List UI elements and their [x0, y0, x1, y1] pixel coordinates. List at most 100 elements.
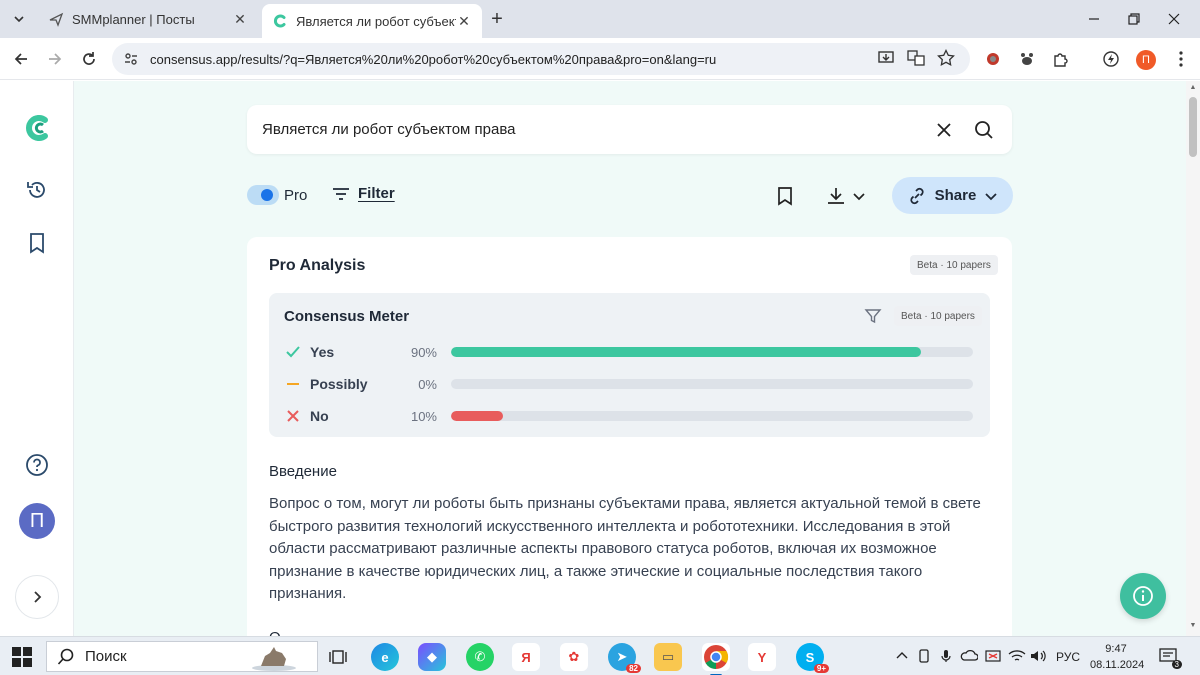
- info-chat-button[interactable]: [1120, 573, 1166, 619]
- microphone-icon[interactable]: [940, 649, 952, 666]
- info-icon: [1133, 586, 1153, 606]
- tray-overflow-icon[interactable]: [896, 649, 908, 663]
- browser-menu-icon[interactable]: [1170, 48, 1192, 70]
- smmplanner-favicon-icon: [48, 11, 64, 27]
- edge-icon[interactable]: e: [371, 643, 399, 671]
- search-icon: [57, 648, 74, 665]
- extensions-puzzle-icon[interactable]: [1050, 48, 1072, 70]
- close-icon: [937, 122, 951, 137]
- scroll-up-icon[interactable]: ▲: [1188, 84, 1198, 94]
- meter-track: [451, 411, 973, 421]
- browser-toolbar: consensus.app/results/?q=Является%20ли%2…: [0, 38, 1200, 80]
- reload-icon: [83, 52, 95, 65]
- user-avatar[interactable]: П: [19, 503, 55, 539]
- expand-sidebar-button[interactable]: [15, 575, 59, 619]
- bookmark-icon: [778, 187, 792, 206]
- filter-label: Filter: [358, 185, 395, 202]
- tab-title: SMMplanner | Посты: [72, 11, 195, 27]
- link-icon: [910, 187, 924, 204]
- filter-button[interactable]: Filter: [332, 185, 395, 202]
- windows-taskbar: Поиск e ◆ ✆ Я ✿ ➤ 82 ▭ Y S 9+ РУС 9:47 08.…: [0, 636, 1200, 675]
- bookmark-star-icon[interactable]: [935, 47, 957, 69]
- tab-smmplanner[interactable]: SMMplanner | Посты ✕: [38, 0, 258, 38]
- install-app-icon[interactable]: [875, 47, 897, 69]
- reload-button[interactable]: [76, 46, 102, 72]
- language-indicator[interactable]: РУС: [1056, 650, 1080, 664]
- taskbar-search-label: Поиск: [85, 648, 127, 665]
- notifications-icon[interactable]: 3: [1158, 647, 1182, 669]
- meter-track: [451, 347, 973, 357]
- pro-analysis-card: Pro Analysis Beta · 10 papers Consensus …: [247, 237, 1012, 636]
- start-button[interactable]: [12, 647, 32, 667]
- antivirus-icon[interactable]: [985, 649, 1001, 666]
- share-button[interactable]: Share: [892, 177, 1013, 214]
- back-button[interactable]: [8, 46, 34, 72]
- notifications-badge: 3: [1171, 660, 1182, 669]
- taskbar-search[interactable]: Поиск: [46, 641, 318, 672]
- clock-date: 08.11.2024: [1090, 659, 1145, 671]
- task-view-icon[interactable]: [324, 643, 352, 671]
- pro-analysis-title: Pro Analysis: [269, 257, 366, 274]
- extension-animal-icon[interactable]: [1016, 48, 1038, 70]
- save-bookmark-button[interactable]: [774, 183, 796, 209]
- site-info-icon[interactable]: [122, 50, 140, 68]
- restore-button[interactable]: [1114, 0, 1154, 38]
- close-window-button[interactable]: [1154, 0, 1194, 38]
- meter-percent: 0%: [418, 377, 437, 392]
- arrow-left-icon: [14, 53, 27, 65]
- page-scrollbar[interactable]: ▲ ▼: [1186, 81, 1200, 636]
- meter-filter-icon[interactable]: [864, 307, 882, 325]
- check-icon: [284, 343, 302, 361]
- wifi-icon[interactable]: [1008, 649, 1026, 666]
- meter-fill: [451, 411, 504, 421]
- onedrive-icon[interactable]: [960, 649, 979, 664]
- bookmarks-icon[interactable]: [22, 228, 52, 258]
- skype-badge: 9+: [813, 664, 829, 673]
- scroll-down-icon[interactable]: ▼: [1188, 622, 1198, 632]
- meter-label: Yes: [310, 344, 335, 360]
- help-icon[interactable]: [22, 450, 52, 480]
- telegram-icon[interactable]: ➤ 82: [608, 643, 641, 673]
- clear-search-button[interactable]: [924, 110, 964, 150]
- minimize-button[interactable]: [1074, 0, 1114, 38]
- search-box: [247, 105, 1012, 154]
- tray-device-icon[interactable]: [918, 649, 930, 666]
- pro-toggle[interactable]: [247, 185, 279, 205]
- beta-badge: Beta · 10 papers: [910, 255, 998, 275]
- url-text: consensus.app/results/?q=Является%20ли%2…: [150, 51, 717, 67]
- yandex-icon[interactable]: Y: [748, 643, 776, 671]
- tab-consensus[interactable]: Является ли робот субъектом ✕: [262, 4, 482, 38]
- tab-title: Является ли робот субъектом: [296, 13, 456, 29]
- windows-logo-icon: [12, 647, 32, 667]
- meter-label: Possibly: [310, 376, 368, 392]
- x-icon: [284, 407, 302, 425]
- close-tab-icon[interactable]: ✕: [232, 11, 248, 27]
- history-icon[interactable]: [22, 175, 52, 205]
- new-tab-button[interactable]: +: [486, 8, 508, 30]
- consensus-logo-icon[interactable]: [22, 113, 52, 143]
- forward-button[interactable]: [42, 46, 68, 72]
- pinwheel-app-icon[interactable]: ✿: [560, 643, 588, 671]
- translate-icon[interactable]: [905, 47, 927, 69]
- file-explorer-icon[interactable]: ▭: [654, 643, 682, 671]
- chrome-icon[interactable]: [702, 643, 730, 675]
- search-input[interactable]: [262, 121, 924, 138]
- yandex-browser-icon[interactable]: Я: [512, 643, 540, 671]
- meter-beta-badge: Beta · 10 papers: [894, 306, 982, 326]
- tab-search-button[interactable]: [6, 6, 32, 32]
- profile-avatar[interactable]: П: [1136, 50, 1156, 70]
- scrollbar-thumb[interactable]: [1189, 97, 1197, 157]
- extension-spider-icon[interactable]: [982, 48, 1004, 70]
- clock[interactable]: 9:47 08.11.2024: [1090, 641, 1145, 673]
- performance-icon[interactable]: [1100, 48, 1122, 70]
- download-button[interactable]: [823, 183, 869, 209]
- address-bar[interactable]: consensus.app/results/?q=Является%20ли%2…: [112, 43, 970, 75]
- search-button[interactable]: [964, 110, 1004, 150]
- volume-icon[interactable]: [1030, 649, 1048, 666]
- skype-icon[interactable]: S 9+: [796, 643, 829, 673]
- copilot-icon[interactable]: ◆: [418, 643, 446, 671]
- meter-row-possibly: Possibly 0%: [284, 374, 974, 394]
- whatsapp-icon[interactable]: ✆: [466, 643, 494, 671]
- close-tab-icon[interactable]: ✕: [456, 13, 472, 29]
- consensus-meter-title: Consensus Meter: [284, 308, 410, 325]
